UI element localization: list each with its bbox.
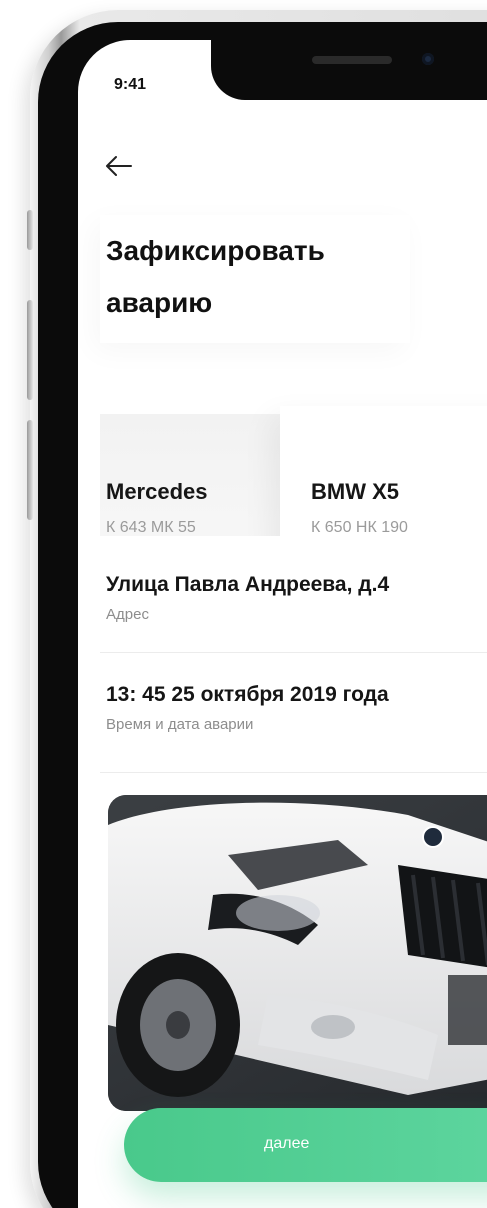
vehicle-name: BMW X5 [311, 479, 399, 504]
address-value: Улица Павла Андреева, д.4 [106, 573, 390, 596]
datetime-value: 13: 45 25 октября 2019 года [106, 683, 389, 706]
phone-screen: 9:41 Зафиксировать аварию Mercedes К 643… [78, 40, 487, 1208]
tab-vehicle-mercedes[interactable]: Mercedes К 643 МК 55 [100, 414, 288, 554]
side-button-volume-up [27, 300, 33, 400]
side-button-silent [27, 210, 33, 250]
page-title: Зафиксировать аварию [106, 225, 396, 329]
datetime-label: Время и дата аварии [106, 716, 254, 733]
arrow-left-icon [106, 156, 132, 176]
phone-speaker [312, 56, 392, 64]
next-button-label: далее [264, 1135, 310, 1152]
front-camera [422, 53, 434, 65]
status-bar-time: 9:41 [114, 76, 147, 93]
address-field[interactable]: Улица Павла Андреева, д.4 Адрес [100, 536, 487, 654]
vehicle-name: Mercedes [106, 479, 208, 504]
page-title-line-2: аварию [106, 287, 213, 318]
page-title-line-1: Зафиксировать [106, 235, 325, 266]
damaged-car-image [108, 795, 487, 1111]
phone-notch [211, 32, 487, 100]
vehicle-plate: К 643 МК 55 [106, 519, 196, 536]
address-label: Адрес [106, 606, 149, 623]
vehicle-plate: К 650 НК 190 [311, 519, 408, 536]
divider [100, 772, 487, 773]
accident-photo[interactable] [108, 795, 487, 1111]
next-button[interactable]: далее [124, 1108, 487, 1182]
app-mockup-stage: 9:41 Зафиксировать аварию Mercedes К 643… [0, 0, 487, 1208]
side-button-volume-down [27, 420, 33, 520]
back-button[interactable] [104, 152, 134, 180]
datetime-field[interactable]: 13: 45 25 октября 2019 года Время и дата… [100, 653, 487, 771]
